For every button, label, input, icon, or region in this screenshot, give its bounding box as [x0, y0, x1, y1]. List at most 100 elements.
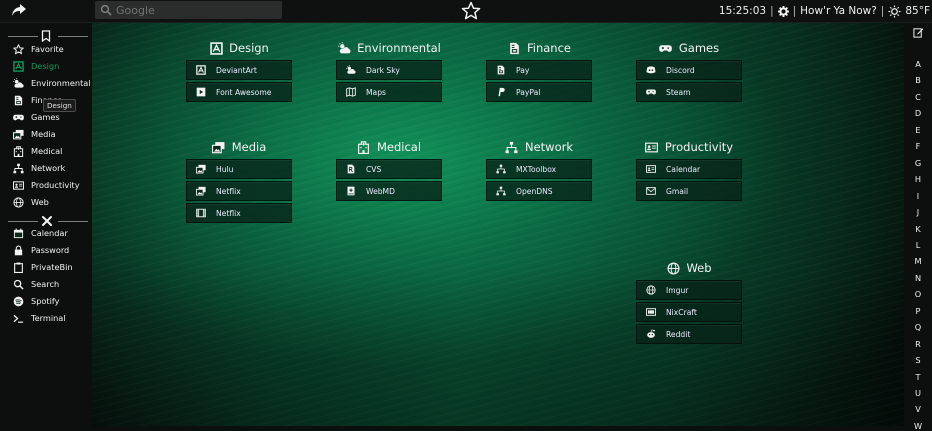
edit-icon[interactable]: [913, 27, 924, 38]
cloud-sun-icon: [337, 41, 351, 55]
link-discord[interactable]: Discord: [636, 60, 742, 80]
alphabet-letter-h[interactable]: H: [904, 174, 932, 184]
sidebar-item-favorite[interactable]: Favorite: [12, 41, 64, 57]
alphabet-letter-o[interactable]: O: [904, 289, 932, 299]
sidebar-item-label: Environmental: [31, 78, 91, 88]
cloud-sun-icon: [345, 64, 357, 76]
id-badge-icon: [645, 306, 657, 318]
category-title: Productivity: [664, 140, 734, 154]
category-title: Web: [686, 261, 712, 275]
sidebar-tool-password[interactable]: Password: [12, 242, 69, 258]
search-input[interactable]: [112, 3, 276, 17]
category-title: Network: [524, 140, 574, 154]
search-icon: [12, 278, 24, 290]
alphabet-letter-q[interactable]: Q: [904, 322, 932, 332]
alphabet-letter-e[interactable]: E: [904, 125, 932, 135]
alphabet-letter-s[interactable]: S: [904, 355, 932, 365]
hospital-icon: [357, 140, 371, 154]
sidebar-tool-privatebin[interactable]: PrivateBin: [12, 259, 73, 275]
sidebar-tool-calendar[interactable]: Calendar: [12, 225, 68, 241]
sidebar-item-label: Favorite: [31, 44, 64, 54]
alphabet-letter-k[interactable]: K: [904, 224, 932, 234]
favorite-star-icon[interactable]: [461, 1, 481, 21]
gear-icon[interactable]: [777, 5, 789, 17]
link-gmail[interactable]: Gmail: [636, 181, 742, 201]
sidebar-item-design[interactable]: Design: [12, 58, 59, 74]
star-icon: [12, 43, 24, 55]
sidebar-tool-spotify[interactable]: Spotify: [12, 293, 59, 309]
alphabet-letter-u[interactable]: U: [904, 388, 932, 398]
globe-icon: [645, 284, 657, 296]
file-invoice-icon: [12, 94, 24, 106]
alphabet-letter-d[interactable]: D: [904, 108, 932, 118]
sidebar-item-label: Games: [31, 112, 60, 122]
globe-icon: [666, 261, 680, 275]
link-opendns[interactable]: OpenDNS: [486, 181, 592, 201]
sidebar-item-web[interactable]: Web: [12, 194, 49, 210]
link-dark-sky[interactable]: Dark Sky: [336, 60, 442, 80]
photo-video-icon: [12, 128, 24, 140]
search-bar[interactable]: [95, 1, 282, 19]
link-label: Dark Sky: [366, 65, 400, 75]
medical-book-icon: [345, 185, 357, 197]
link-label: Steam: [666, 87, 691, 97]
link-steam[interactable]: Steam: [636, 82, 742, 102]
alphabet-letter-v[interactable]: V: [904, 404, 932, 414]
link-netflix[interactable]: Netflix: [186, 181, 292, 201]
sidebar-tool-label: Calendar: [31, 228, 68, 238]
alphabet-letter-c[interactable]: C: [904, 92, 932, 102]
link-hulu[interactable]: Hulu: [186, 159, 292, 179]
link-label: CVS: [366, 164, 382, 174]
link-font-awesome[interactable]: Font Awesome: [186, 82, 292, 102]
link-imgur[interactable]: Imgur: [636, 280, 742, 300]
sidebar-item-media[interactable]: Media: [12, 126, 56, 142]
alphabet-letter-i[interactable]: I: [904, 191, 932, 201]
sidebar-item-environmental[interactable]: Environmental: [12, 75, 91, 91]
sidebar-item-network[interactable]: Network: [12, 160, 65, 176]
link-calendar[interactable]: Calendar: [636, 159, 742, 179]
photo-video-icon: [195, 163, 207, 175]
link-webmd[interactable]: WebMD: [336, 181, 442, 201]
alphabet-index: ABCDEFGHIJKLMNOPQRSTUVW: [904, 23, 932, 431]
category-title: Finance: [527, 41, 571, 55]
alphabet-letter-p[interactable]: P: [904, 306, 932, 316]
category-finance: Finance Pay PayPal: [486, 41, 592, 104]
alphabet-letter-r[interactable]: R: [904, 339, 932, 349]
link-reddit[interactable]: Reddit: [636, 324, 742, 344]
alphabet-letter-t[interactable]: T: [904, 372, 932, 382]
alphabet-letter-m[interactable]: M: [904, 256, 932, 266]
clock: 15:25:03: [718, 5, 767, 17]
link-netflix[interactable]: Netflix: [186, 203, 292, 223]
sidebar-item-label: Medical: [31, 146, 63, 156]
alphabet-letter-g[interactable]: G: [904, 158, 932, 168]
category-heading: Design: [186, 41, 292, 55]
sidebar-tool-terminal[interactable]: Terminal: [12, 310, 66, 326]
sidebar-tool-search[interactable]: Search: [12, 276, 59, 292]
link-label: OpenDNS: [516, 186, 553, 196]
alphabet-letter-b[interactable]: B: [904, 75, 932, 85]
alphabet-letter-l[interactable]: L: [904, 240, 932, 250]
sidebar-item-medical[interactable]: Medical: [12, 143, 62, 159]
link-pay[interactable]: Pay: [486, 60, 592, 80]
link-deviantart[interactable]: DeviantArt: [186, 60, 292, 80]
link-label: PayPal: [516, 87, 541, 97]
category-heading: Web: [636, 261, 742, 275]
sun-icon: [888, 4, 901, 18]
alphabet-letter-n[interactable]: N: [904, 273, 932, 283]
link-maps[interactable]: Maps: [336, 82, 442, 102]
network-icon: [495, 163, 507, 175]
separator: |: [770, 5, 774, 17]
globe-icon: [12, 196, 24, 208]
terminal-icon: [12, 312, 24, 324]
temperature: 85°F: [905, 5, 930, 17]
alphabet-letter-f[interactable]: F: [904, 141, 932, 151]
sidebar-item-productivity[interactable]: Productivity: [12, 177, 80, 193]
share-icon[interactable]: [11, 2, 27, 18]
link-paypal[interactable]: PayPal: [486, 82, 592, 102]
link-mxtoolbox[interactable]: MXToolbox: [486, 159, 592, 179]
alphabet-letter-j[interactable]: J: [904, 207, 932, 217]
sidebar-item-label: Productivity: [31, 180, 80, 190]
alphabet-letter-a[interactable]: A: [904, 59, 932, 69]
link-cvs[interactable]: CVS: [336, 159, 442, 179]
link-nixcraft[interactable]: NixCraft: [636, 302, 742, 322]
